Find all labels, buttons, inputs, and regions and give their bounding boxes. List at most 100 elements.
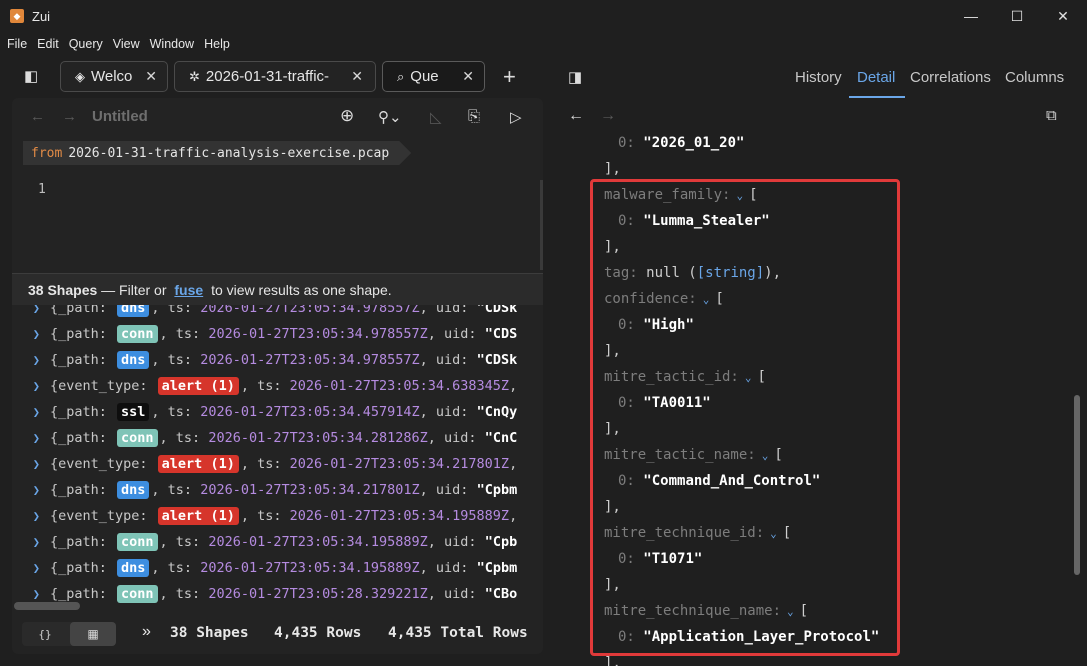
result-row[interactable]: ❯ {_path: dns, ts: 2026-01-27T23:05:34.21…: [12, 477, 543, 503]
uid-key: , uid:: [427, 586, 485, 602]
expand-chevron-icon[interactable]: ❯: [20, 305, 40, 315]
result-row[interactable]: ❯ {_path: dns, ts: 2026-01-27T23:05:34.97…: [12, 305, 543, 321]
row-ts: 2026-01-27T23:05:28.329221Z: [208, 586, 428, 602]
row-uid: "CnC: [484, 430, 518, 446]
maximize-button[interactable]: ☐: [994, 0, 1040, 32]
uid-key: , uid:: [427, 430, 485, 446]
tab-welcome[interactable]: ◈ Welco ✕: [60, 61, 168, 92]
ts-key: , ts:: [159, 534, 209, 550]
row-key: {_path:: [50, 430, 116, 446]
result-row[interactable]: ❯ {_path: conn, ts: 2026-01-27T23:05:34.2…: [12, 425, 543, 451]
result-row[interactable]: ❯ {_path: dns, ts: 2026-01-27T23:05:34.19…: [12, 555, 543, 581]
toggle-right-sidebar-icon[interactable]: ◨: [568, 68, 582, 86]
shapes-count: 38 Shapes: [28, 281, 98, 298]
bracket: ],: [604, 161, 621, 177]
row-tag: ssl: [117, 403, 150, 421]
menu-edit[interactable]: Edit: [32, 37, 64, 51]
row-tag: conn: [117, 533, 158, 551]
forward-arrow-icon[interactable]: →: [600, 107, 616, 125]
pin-dropdown-icon[interactable]: ⚲⌄: [378, 108, 402, 126]
ts-key: , ts:: [151, 482, 201, 498]
tab-label: Welco: [91, 68, 133, 85]
close-tab-icon[interactable]: ✕: [145, 68, 157, 85]
row-tag: conn: [117, 325, 158, 343]
from-pin[interactable]: from 2026-01-31-traffic-analysis-exercis…: [23, 141, 411, 165]
uid-key: ,: [509, 508, 518, 524]
row-key: {_path:: [50, 560, 116, 576]
result-row[interactable]: ❯ {event_type: alert (1), ts: 2026-01-27T…: [12, 503, 543, 529]
bookmark-icon[interactable]: ◺: [430, 108, 442, 126]
ts-key: , ts:: [151, 404, 201, 420]
row-key: {_path:: [50, 305, 116, 316]
forward-arrow-icon[interactable]: →: [62, 108, 77, 125]
object-view-button[interactable]: {}: [22, 622, 68, 646]
expand-chevron-icon[interactable]: ❯: [20, 431, 40, 445]
menu-help[interactable]: Help: [199, 37, 235, 51]
tab-correlations[interactable]: Correlations: [910, 69, 991, 86]
back-arrow-icon[interactable]: ←: [30, 108, 45, 125]
run-icon[interactable]: ▷: [510, 108, 522, 126]
tab-query[interactable]: ⌕ Que ✕: [382, 61, 485, 92]
ts-key: , ts:: [159, 430, 209, 446]
row-ts: 2026-01-27T23:05:34.195889Z: [208, 534, 428, 550]
close-tab-icon[interactable]: ✕: [462, 68, 474, 85]
menu-view[interactable]: View: [108, 37, 145, 51]
detail-line: 0: "2026_01_20": [618, 134, 744, 156]
expand-chevron-icon[interactable]: ❯: [20, 535, 40, 549]
result-row[interactable]: ❯ {event_type: alert (1), ts: 2026-01-27T…: [12, 451, 543, 477]
expand-chevron-icon[interactable]: ❯: [20, 561, 40, 575]
chevron-icon[interactable]: »: [142, 623, 151, 641]
tab-pool[interactable]: ✲ 2026-01-31-traffic- ✕: [174, 61, 376, 92]
horizontal-scrollbar[interactable]: [14, 602, 80, 610]
row-uid: "CDSk: [476, 352, 518, 368]
result-row[interactable]: ❯ {event_type: alert (1), ts: 2026-01-27T…: [12, 373, 543, 399]
open-external-icon[interactable]: ⧉: [1046, 107, 1057, 124]
result-row[interactable]: ❯ {_path: conn, ts: 2026-01-27T23:05:34.9…: [12, 321, 543, 347]
row-ts: 2026-01-27T23:05:34.195889Z: [289, 508, 510, 524]
row-key: {event_type:: [50, 508, 156, 524]
expand-chevron-icon[interactable]: ❯: [20, 353, 40, 367]
from-file: 2026-01-31-traffic-analysis-exercise.pca…: [68, 145, 390, 161]
row-key: {event_type:: [50, 378, 156, 394]
fuse-link[interactable]: fuse: [174, 282, 203, 298]
menu-window[interactable]: Window: [145, 37, 199, 51]
row-tag: dns: [117, 481, 150, 499]
expand-chevron-icon[interactable]: ❯: [20, 587, 40, 601]
zui-logo-icon: ◆: [10, 9, 24, 23]
menu-query[interactable]: Query: [64, 37, 108, 51]
result-row[interactable]: ❯ {_path: ssl, ts: 2026-01-27T23:05:34.45…: [12, 399, 543, 425]
expand-chevron-icon[interactable]: ❯: [20, 379, 40, 393]
title-bar: ◆ Zui — ☐ ✕: [0, 0, 1087, 32]
expand-chevron-icon[interactable]: ❯: [20, 509, 40, 523]
expand-chevron-icon[interactable]: ❯: [20, 327, 40, 341]
export-icon[interactable]: ⎘: [468, 108, 480, 125]
minimize-button[interactable]: —: [948, 0, 994, 32]
detail-scrollbar[interactable]: [1074, 395, 1080, 575]
search-icon: ⌕: [397, 68, 405, 84]
close-window-button[interactable]: ✕: [1040, 0, 1086, 32]
result-row[interactable]: ❯ {_path: conn, ts: 2026-01-27T23:05:34.1…: [12, 529, 543, 555]
query-title[interactable]: Untitled: [92, 108, 148, 125]
pool-icon: ✲: [189, 68, 200, 84]
result-row[interactable]: ❯ {_path: dns, ts: 2026-01-27T23:05:34.97…: [12, 347, 543, 373]
result-row[interactable]: ❯ {_path: conn, ts: 2026-01-27T23:05:28.3…: [12, 581, 543, 605]
tab-columns[interactable]: Columns: [1005, 69, 1064, 86]
row-key: {_path:: [50, 326, 116, 342]
expand-chevron-icon[interactable]: ❯: [20, 405, 40, 419]
add-circle-icon[interactable]: ⊕: [340, 106, 354, 126]
tab-history[interactable]: History: [795, 69, 842, 86]
close-tab-icon[interactable]: ✕: [347, 68, 363, 85]
tab-label: 2026-01-31-traffic-: [205, 68, 330, 85]
from-keyword: from: [31, 145, 63, 161]
expand-chevron-icon[interactable]: ❯: [20, 457, 40, 471]
expand-chevron-icon[interactable]: ❯: [20, 483, 40, 497]
toggle-left-sidebar-icon[interactable]: ◧: [24, 67, 38, 85]
back-arrow-icon[interactable]: ←: [568, 107, 584, 125]
tab-detail[interactable]: Detail: [857, 69, 895, 86]
new-tab-button[interactable]: +: [503, 64, 516, 90]
row-key: {_path:: [50, 586, 116, 602]
table-view-button[interactable]: ▦: [70, 622, 116, 646]
editor-scrollbar[interactable]: [540, 180, 543, 270]
menu-file[interactable]: File: [2, 37, 32, 51]
row-ts: 2026-01-27T23:05:34.217801Z: [289, 456, 510, 472]
